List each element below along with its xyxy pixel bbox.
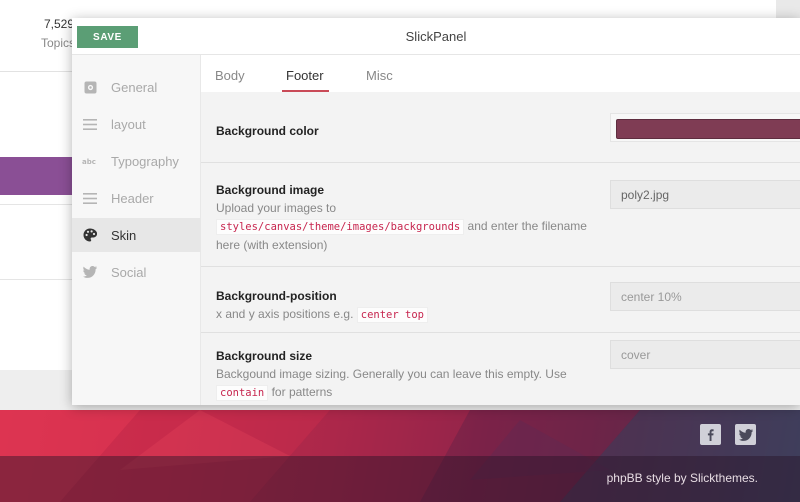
panel-content: Body Footer Misc Background color Backgr…: [201, 55, 800, 405]
sidebar-item-header[interactable]: Header: [72, 181, 201, 215]
svg-text:abc: abc: [82, 158, 96, 166]
sidebar-item-label: Skin: [111, 227, 137, 243]
tab-footer[interactable]: Footer: [286, 68, 324, 83]
setting-row-background-position: Background-position x and y axis positio…: [201, 267, 800, 333]
setting-row-background-size: Background size Backgound image sizing. …: [201, 333, 800, 405]
panel-title: SlickPanel: [405, 29, 467, 44]
topics-count: 7,529: [44, 17, 75, 31]
gear-icon: [82, 79, 98, 95]
setting-row-background-color: Background color: [201, 92, 800, 163]
sidebar-item-skin[interactable]: Skin: [72, 218, 201, 252]
palette-icon: [82, 227, 98, 243]
setting-title: Background size: [216, 349, 313, 363]
code-snippet: styles/canvas/theme/images/backgrounds: [216, 219, 465, 235]
sidebar-item-label: layout: [111, 116, 146, 132]
setting-title: Background image: [216, 183, 325, 197]
background-size-input[interactable]: cover: [610, 340, 800, 369]
twitter-icon[interactable]: [735, 424, 756, 445]
background-position-input[interactable]: center 10%: [610, 282, 800, 311]
sidebar-item-label: Typography: [111, 153, 179, 169]
sidebar-item-label: General: [111, 79, 158, 95]
code-snippet: center top: [356, 307, 428, 323]
sidebar-item-label: Social: [111, 264, 147, 280]
panel-sidebar: General layout abc Typography Header Ski…: [72, 55, 201, 405]
facebook-icon[interactable]: [700, 424, 721, 445]
setting-row-background-image: Background image Upload your images to s…: [201, 163, 800, 267]
tab-body[interactable]: Body: [215, 68, 245, 83]
topics-label: Topics: [41, 36, 76, 50]
setting-description: Upload your images to styles/canvas/them…: [216, 199, 596, 254]
tab-misc[interactable]: Misc: [366, 68, 393, 83]
sidebar-item-label: Header: [111, 190, 154, 206]
bars-icon: [82, 190, 98, 206]
panel-header: SAVE SlickPanel: [72, 18, 800, 55]
desc-text: for patterns: [268, 385, 333, 399]
desc-text: Upload your images to: [216, 201, 337, 215]
footer-credit-text: phpBB style by Slickthemes.: [606, 471, 758, 485]
desc-text: x and y axis positions e.g.: [216, 307, 357, 321]
code-snippet: contain: [216, 385, 269, 401]
setting-title: Background-position: [216, 289, 337, 303]
desc-text: Backgound image sizing. Generally you ca…: [216, 367, 567, 381]
bars-icon: [82, 116, 98, 132]
background-color-swatch[interactable]: [616, 119, 800, 139]
slickpanel-modal: SAVE SlickPanel General layout abc Typog…: [72, 18, 800, 405]
abc-icon: abc: [82, 153, 98, 169]
sidebar-item-social[interactable]: Social: [72, 255, 201, 289]
tab-bar: Body Footer Misc: [201, 55, 800, 92]
setting-title: Background color: [216, 124, 319, 138]
twitter-icon: [82, 264, 98, 280]
sidebar-item-layout[interactable]: layout: [72, 107, 201, 141]
background-image-input[interactable]: poly2.jpg: [610, 180, 800, 209]
settings-list: Background color Background image Upload…: [201, 92, 800, 405]
setting-description: Backgound image sizing. Generally you ca…: [216, 365, 596, 402]
setting-description: x and y axis positions e.g. center top: [216, 305, 596, 324]
sidebar-item-general[interactable]: General: [72, 70, 201, 104]
site-footer: phpBB style by Slickthemes.: [0, 410, 800, 502]
sidebar-item-typography[interactable]: abc Typography: [72, 144, 201, 178]
